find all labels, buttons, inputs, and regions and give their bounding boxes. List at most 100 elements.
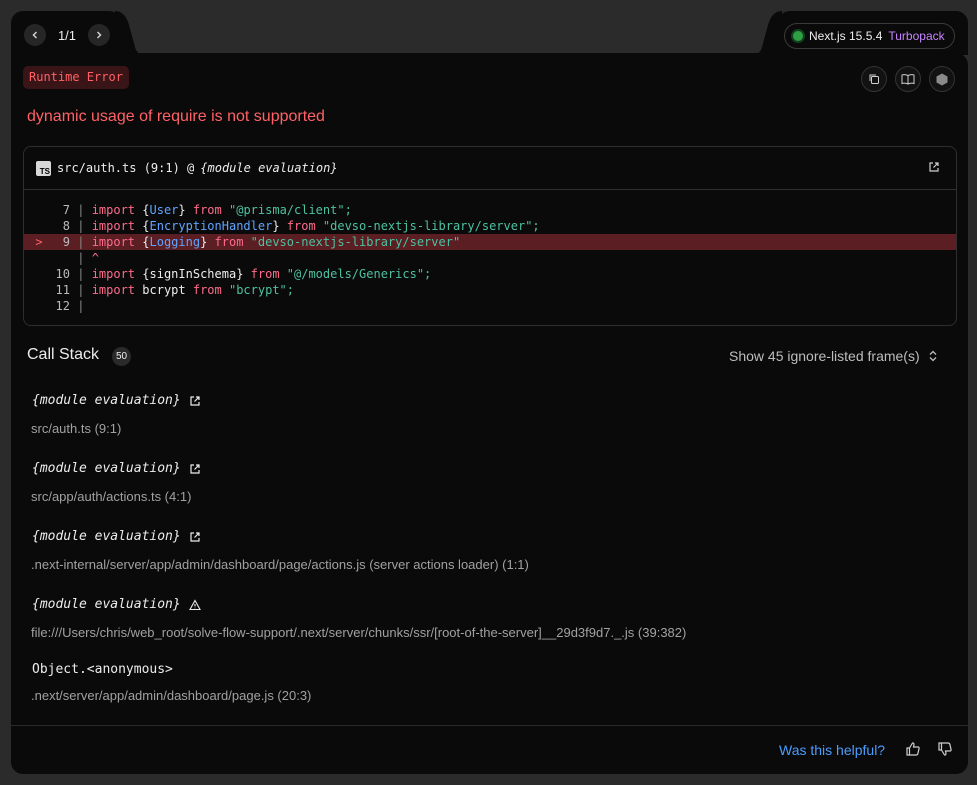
line-number: 12 bbox=[55, 299, 70, 313]
external-link-icon[interactable] bbox=[189, 463, 201, 475]
line-marker bbox=[24, 202, 50, 218]
line-gutter: | bbox=[70, 219, 92, 233]
stack-frame-function: {module evaluation} bbox=[32, 597, 201, 612]
code-keyword: ^ bbox=[91, 251, 99, 265]
footer-divider bbox=[11, 725, 968, 726]
stack-frame-location: .next-internal/server/app/admin/dashboar… bbox=[31, 557, 529, 572]
code-text: } bbox=[200, 235, 215, 249]
status-dot-icon bbox=[793, 31, 803, 41]
code-text: bcrypt bbox=[135, 283, 193, 297]
code-keyword: from bbox=[286, 219, 316, 233]
code-text: { bbox=[135, 219, 150, 233]
code-keyword: from bbox=[192, 283, 222, 297]
docs-button[interactable] bbox=[895, 66, 921, 92]
line-marker bbox=[24, 282, 50, 298]
code-text: { bbox=[135, 235, 150, 249]
line-gutter: | bbox=[70, 251, 92, 265]
code-string: "@/models/Generics"; bbox=[279, 267, 432, 281]
open-in-editor-icon[interactable] bbox=[928, 161, 940, 173]
code-line: 12 | bbox=[24, 298, 956, 314]
code-keyword: import bbox=[91, 219, 136, 233]
line-gutter: | bbox=[70, 235, 92, 249]
code-frame-context: {module evaluation} bbox=[200, 161, 338, 175]
call-stack-title: Call Stack bbox=[27, 346, 100, 363]
thumbs-up-icon[interactable] bbox=[905, 741, 921, 757]
line-gutter: | bbox=[70, 203, 92, 217]
code-string: "@prisma/client"; bbox=[221, 203, 352, 217]
tab-curve-decoration bbox=[115, 11, 145, 55]
stack-frame-function-name: {module evaluation} bbox=[32, 597, 181, 612]
thumbs-down-icon[interactable] bbox=[937, 741, 953, 757]
tab-curve-decoration-right bbox=[752, 11, 782, 55]
code-string: "bcrypt"; bbox=[221, 283, 294, 297]
stack-frame-function: Object.<anonymous> bbox=[32, 662, 173, 677]
stack-frame-function-name: {module evaluation} bbox=[32, 393, 181, 408]
stack-frame-location: .next/server/app/admin/dashboard/page.js… bbox=[31, 688, 312, 703]
stack-frame-location: file:///Users/chris/web_root/solve-flow-… bbox=[31, 625, 687, 640]
line-gutter: | bbox=[70, 299, 92, 313]
bundler-label: Turbopack bbox=[888, 29, 945, 43]
line-marker: > bbox=[35, 235, 43, 249]
external-link-icon[interactable] bbox=[189, 531, 201, 543]
call-stack-count-badge: 50 bbox=[112, 347, 131, 366]
error-message: dynamic usage of require is not supporte… bbox=[27, 108, 325, 125]
code-frame-body: 7 | import {User} from "@prisma/client";… bbox=[24, 190, 956, 314]
code-string: "devso-nextjs-library/server"; bbox=[315, 219, 540, 233]
code-identifier: EncryptionHandler bbox=[149, 219, 273, 233]
code-text: {signInSchema} bbox=[135, 267, 251, 281]
stack-frame-function-name: {module evaluation} bbox=[32, 461, 181, 476]
external-link-icon[interactable] bbox=[189, 395, 201, 407]
stack-frame-function: {module evaluation} bbox=[32, 461, 201, 476]
code-line: 11 | import bcrypt from "bcrypt"; bbox=[24, 282, 956, 298]
show-ignored-frames-label: Show 45 ignore-listed frame(s) bbox=[729, 348, 920, 364]
stack-frame-function-name: Object.<anonymous> bbox=[32, 662, 173, 677]
previous-error-button[interactable] bbox=[24, 24, 46, 46]
code-text: { bbox=[135, 203, 150, 217]
error-pager: 1/1 bbox=[24, 24, 110, 46]
chevron-left-icon bbox=[32, 31, 38, 39]
line-marker bbox=[24, 218, 50, 234]
line-number: 9 bbox=[62, 235, 70, 249]
line-gutter: | bbox=[70, 283, 92, 297]
line-number: 11 bbox=[55, 283, 70, 297]
code-keyword: import bbox=[91, 235, 136, 249]
code-line-highlighted: >9 | import {Logging} from "devso-nextjs… bbox=[24, 234, 956, 250]
code-identifier: User bbox=[149, 203, 179, 217]
code-keyword: from bbox=[214, 235, 244, 249]
code-line: | ^ bbox=[24, 250, 956, 266]
line-number: 10 bbox=[55, 267, 70, 281]
code-text: } bbox=[178, 203, 193, 217]
stack-frame-location: src/app/auth/actions.ts (4:1) bbox=[31, 489, 192, 504]
chevron-right-icon bbox=[96, 31, 102, 39]
version-indicator[interactable]: Next.js 15.5.4 Turbopack bbox=[784, 23, 955, 49]
line-marker bbox=[24, 250, 50, 266]
line-marker bbox=[24, 266, 50, 282]
code-frame: TS src/auth.ts (9:1) @ {module evaluatio… bbox=[23, 146, 957, 326]
code-line: 10 | import {signInSchema} from "@/model… bbox=[24, 266, 956, 282]
code-keyword: import bbox=[91, 283, 136, 297]
code-line: 7 | import {User} from "@prisma/client"; bbox=[24, 202, 956, 218]
code-string: "devso-nextjs-library/server" bbox=[243, 235, 461, 249]
hexagon-icon bbox=[936, 73, 948, 85]
code-keyword: from bbox=[250, 267, 280, 281]
code-keyword: import bbox=[91, 203, 136, 217]
nodejs-inspector-button[interactable] bbox=[929, 66, 955, 92]
code-keyword: import bbox=[91, 267, 136, 281]
line-marker bbox=[24, 298, 50, 314]
code-text: } bbox=[272, 219, 287, 233]
next-error-button[interactable] bbox=[88, 24, 110, 46]
feedback-prompt: Was this helpful? bbox=[779, 742, 886, 758]
book-icon bbox=[901, 74, 915, 85]
typescript-file-icon: TS bbox=[36, 160, 51, 176]
code-identifier: Logging bbox=[149, 235, 201, 249]
line-number: 7 bbox=[62, 203, 70, 217]
code-line: 8 | import {EncryptionHandler} from "dev… bbox=[24, 218, 956, 234]
stack-frame-function: {module evaluation} bbox=[32, 393, 201, 408]
line-gutter: | bbox=[70, 267, 92, 281]
copy-error-button[interactable] bbox=[861, 66, 887, 92]
chevron-up-down-icon bbox=[929, 350, 937, 362]
pager-count: 1/1 bbox=[57, 27, 77, 43]
show-ignored-frames-button[interactable]: Show 45 ignore-listed frame(s) bbox=[729, 348, 938, 364]
code-keyword: from bbox=[192, 203, 222, 217]
line-number: 8 bbox=[62, 219, 70, 233]
